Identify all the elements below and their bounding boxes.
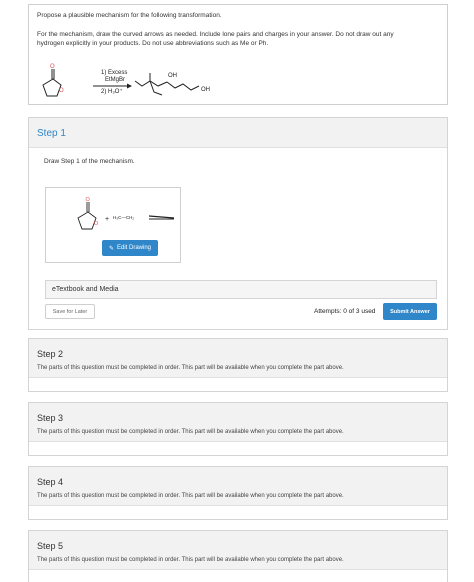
step3-footer (29, 441, 447, 455)
save-for-later-button[interactable]: Save for Later (45, 304, 95, 319)
etextbook-media-bar[interactable]: eTextbook and Media (45, 280, 437, 299)
product-oh-right: OH (201, 87, 210, 93)
pencil-icon: ✎ (108, 245, 114, 252)
question-instructions-line2: hydrogen explicitly in your products. Do… (37, 40, 269, 47)
reaction-structures: O O (42, 64, 200, 97)
svg-text:+: + (105, 216, 109, 223)
attempts-counter: Attempts: 0 of 3 used (314, 308, 376, 315)
step5-title: Step 5 (37, 541, 64, 551)
reagent-step1: 1) Excess (101, 70, 128, 76)
svg-text:O: O (86, 197, 91, 203)
diol-product (134, 73, 200, 96)
step1-instruction: Draw Step 1 of the mechanism. (44, 158, 135, 165)
step1-header[interactable]: Step 1 (29, 118, 447, 148)
question-box: Propose a plausible mechanism for the fo… (28, 4, 448, 105)
step4-locked-message: The parts of this question must be compl… (37, 493, 344, 499)
reagent-grignard: EtMgBr (105, 77, 126, 83)
step1-panel: Step 1 Draw Step 1 of the mechanism. O O… (28, 117, 448, 330)
step2-panel: Step 2 The parts of this question must b… (28, 338, 448, 392)
step3-panel: Step 3 The parts of this question must b… (28, 402, 448, 456)
step2-title: Step 2 (37, 349, 64, 359)
edit-drawing-label: Edit Drawing (117, 245, 152, 251)
drawing-canvas[interactable]: O O + H₃C—CH₂ ✎ Edit Drawing (45, 187, 181, 263)
step2-locked-message: The parts of this question must be compl… (37, 365, 344, 371)
reaction-scheme: O O 1) Excess EtMgBr 2) H₃O⁺ OH OH (29, 59, 449, 105)
step5-panel: Step 5 The parts of this question must b… (28, 530, 448, 582)
step4-panel: Step 4 The parts of this question must b… (28, 466, 448, 520)
question-instructions-line1: For the mechanism, draw the curved arrow… (37, 31, 394, 38)
step1-title: Step 1 (37, 128, 66, 139)
question-intro: Propose a plausible mechanism for the fo… (37, 12, 222, 19)
edit-drawing-button[interactable]: ✎ Edit Drawing (102, 240, 158, 256)
reagent-step2: 2) H₃O⁺ (101, 89, 123, 95)
svg-text:O: O (94, 221, 99, 227)
step5-locked-message: The parts of this question must be compl… (37, 557, 344, 563)
svg-text:O: O (59, 88, 64, 94)
step4-footer (29, 505, 447, 519)
product-oh-top: OH (168, 73, 177, 79)
step3-locked-message: The parts of this question must be compl… (37, 429, 344, 435)
step4-title: Step 4 (37, 477, 64, 487)
svg-text:O: O (50, 64, 55, 70)
submit-answer-button[interactable]: Submit Answer (383, 303, 437, 320)
drawing-preview: O O + (77, 197, 175, 230)
step2-footer (29, 377, 447, 391)
etextbook-label: eTextbook and Media (52, 286, 119, 293)
step3-title: Step 3 (37, 413, 64, 423)
step5-footer (29, 569, 447, 582)
drawing-reagent: H₃C—CH₂ (113, 215, 135, 220)
